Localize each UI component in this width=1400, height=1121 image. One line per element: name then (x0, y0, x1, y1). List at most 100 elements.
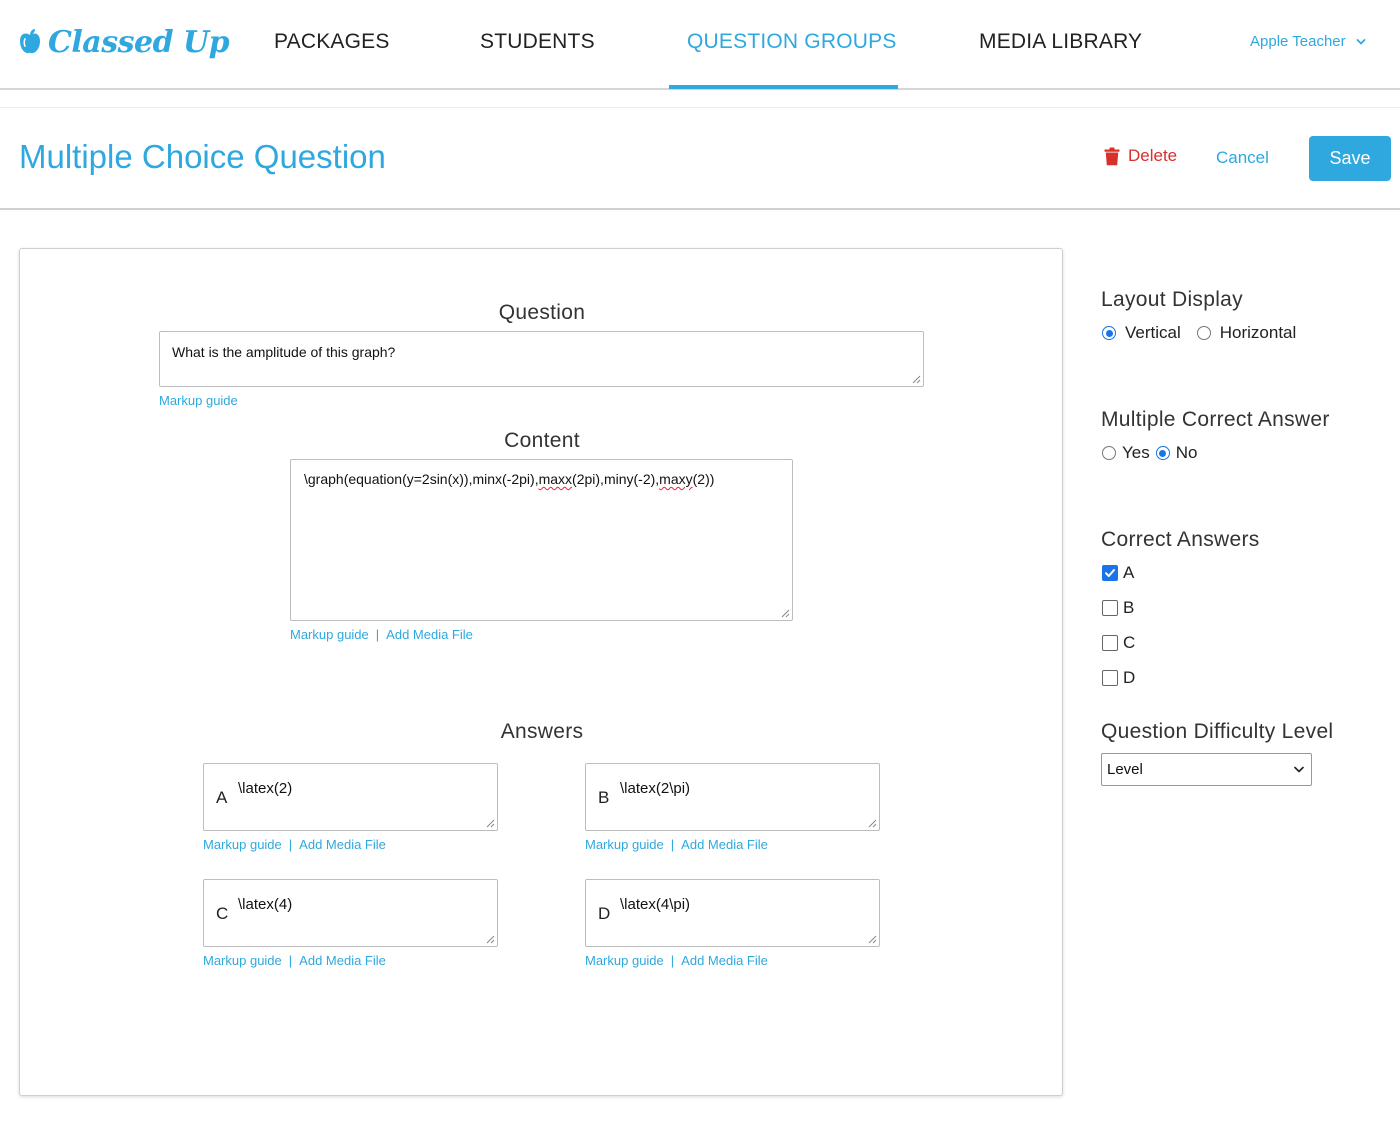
link-separator: | (670, 837, 675, 852)
answer-a-markup-guide-link[interactable]: Markup guide (203, 837, 282, 852)
content-markup-guide-link[interactable]: Markup guide (290, 627, 369, 642)
page-header: Multiple Choice Question Delete Cancel S… (0, 108, 1400, 210)
answer-c-add-media-link[interactable]: Add Media File (299, 953, 386, 968)
delete-button[interactable]: Delete (1104, 146, 1177, 166)
resize-handle-icon[interactable] (781, 609, 790, 618)
radio-no[interactable] (1155, 446, 1170, 460)
radio-vertical-label[interactable]: Vertical (1125, 323, 1181, 343)
radio-horizontal[interactable] (1196, 326, 1211, 340)
user-menu[interactable]: Apple Teacher (1250, 33, 1366, 50)
checkmark-icon (1105, 569, 1115, 577)
answer-c-markup-guide-link[interactable]: Markup guide (203, 953, 282, 968)
nav-subbar (0, 92, 1400, 108)
active-tab-indicator (669, 85, 898, 89)
correct-answer-a: A (1102, 563, 1134, 583)
resize-handle-icon[interactable] (486, 935, 495, 944)
answer-b-markup-guide-link[interactable]: Markup guide (585, 837, 664, 852)
difficulty-select[interactable]: Level (1101, 753, 1312, 786)
question-links: Markup guide (159, 393, 238, 408)
answer-c-links: Markup guide | Add Media File (203, 953, 386, 968)
question-markup-guide-link[interactable]: Markup guide (159, 393, 238, 408)
answer-d-textarea[interactable]: D \latex(4\pi) (585, 879, 880, 947)
radio-no-label[interactable]: No (1176, 443, 1198, 463)
resize-handle-icon[interactable] (868, 935, 877, 944)
content-add-media-link[interactable]: Add Media File (386, 627, 473, 642)
correct-answer-c: C (1102, 633, 1135, 653)
apple-logo-icon (20, 29, 40, 54)
resize-handle-icon[interactable] (486, 819, 495, 828)
answer-b-letter: B (598, 788, 610, 807)
content-value-part: \graph(equation(y=2sin(x)),minx(-2pi), (304, 471, 539, 487)
answer-a-value: \latex(2) (238, 780, 293, 797)
top-navigation: Classed Up PACKAGES STUDENTS QUESTION GR… (0, 0, 1400, 90)
answer-a-letter: A (216, 788, 228, 807)
layout-display-heading: Layout Display (1101, 288, 1243, 311)
delete-label: Delete (1128, 146, 1178, 165)
page-title: Multiple Choice Question (19, 138, 386, 175)
link-separator: | (375, 627, 380, 642)
content-value-misspelled: maxx (538, 471, 573, 487)
answer-d-value: \latex(4\pi) (620, 896, 691, 913)
answer-a-textarea[interactable]: A \latex(2) (203, 763, 498, 831)
checkbox-a[interactable] (1102, 565, 1118, 581)
question-editor-card: Question What is the amplitude of this g… (19, 248, 1063, 1096)
answer-b-value: \latex(2\pi) (620, 780, 691, 797)
cancel-button[interactable]: Cancel (1216, 148, 1269, 168)
difficulty-heading: Question Difficulty Level (1101, 720, 1334, 743)
link-separator: | (670, 953, 675, 968)
correct-answer-d: D (1102, 668, 1135, 688)
content-links: Markup guide | Add Media File (290, 627, 473, 642)
answer-c-textarea[interactable]: C \latex(4) (203, 879, 498, 947)
checkbox-d[interactable] (1102, 670, 1118, 686)
answer-b-links: Markup guide | Add Media File (585, 837, 768, 852)
question-value: What is the amplitude of this graph? (172, 344, 396, 360)
layout-display-options: Vertical Horizontal (1102, 323, 1296, 343)
link-separator: | (288, 837, 293, 852)
user-name: Apple Teacher (1250, 33, 1346, 50)
brand-logo[interactable]: Classed Up (18, 20, 230, 64)
answer-b-textarea[interactable]: B \latex(2\pi) (585, 763, 880, 831)
chevron-down-icon (1294, 766, 1304, 773)
answers-heading: Answers (500, 720, 584, 743)
chevron-down-icon (1356, 38, 1366, 44)
answer-d-add-media-link[interactable]: Add Media File (681, 953, 768, 968)
save-button[interactable]: Save (1309, 136, 1391, 181)
radio-vertical[interactable] (1102, 326, 1116, 340)
resize-handle-icon[interactable] (912, 375, 921, 384)
nav-item-students[interactable]: STUDENTS (480, 0, 595, 88)
nav-item-media-library[interactable]: MEDIA LIBRARY (979, 0, 1142, 88)
content-heading: Content (504, 429, 580, 452)
radio-horizontal-label[interactable]: Horizontal (1220, 323, 1297, 343)
answer-c-letter: C (216, 904, 229, 923)
resize-handle-icon[interactable] (868, 819, 877, 828)
answer-d-letter: D (598, 904, 611, 923)
checkbox-c[interactable] (1102, 635, 1118, 651)
content-value-part: (2pi),miny(-2), (572, 471, 660, 487)
checkbox-b[interactable] (1102, 600, 1118, 616)
radio-yes-label[interactable]: Yes (1122, 443, 1150, 463)
content-textarea[interactable]: \graph(equation(y=2sin(x)),minx(-2pi),ma… (290, 459, 793, 621)
content-value: \graph(equation(y=2sin(x)),minx(-2pi),ma… (304, 471, 714, 487)
answer-c-value: \latex(4) (238, 896, 293, 913)
checkbox-d-label[interactable]: D (1123, 668, 1135, 688)
answer-a-add-media-link[interactable]: Add Media File (299, 837, 386, 852)
checkbox-a-label[interactable]: A (1123, 563, 1134, 583)
answer-d-markup-guide-link[interactable]: Markup guide (585, 953, 664, 968)
radio-yes[interactable] (1102, 446, 1116, 460)
multiple-correct-heading: Multiple Correct Answer (1101, 408, 1330, 431)
nav-item-packages[interactable]: PACKAGES (274, 0, 390, 88)
multiple-correct-options: Yes No (1102, 443, 1197, 463)
link-separator: | (288, 953, 293, 968)
brand-name: Classed Up (48, 24, 230, 60)
content-value-part: (2)) (692, 471, 715, 487)
checkbox-c-label[interactable]: C (1123, 633, 1135, 653)
answer-b-add-media-link[interactable]: Add Media File (681, 837, 768, 852)
correct-answer-b: B (1102, 598, 1134, 618)
nav-item-question-groups[interactable]: QUESTION GROUPS (687, 0, 897, 88)
checkbox-b-label[interactable]: B (1123, 598, 1134, 618)
answer-d-links: Markup guide | Add Media File (585, 953, 768, 968)
answer-a-links: Markup guide | Add Media File (203, 837, 386, 852)
question-heading: Question (498, 301, 586, 324)
question-textarea[interactable]: What is the amplitude of this graph? (159, 331, 924, 387)
trash-icon (1104, 147, 1120, 165)
